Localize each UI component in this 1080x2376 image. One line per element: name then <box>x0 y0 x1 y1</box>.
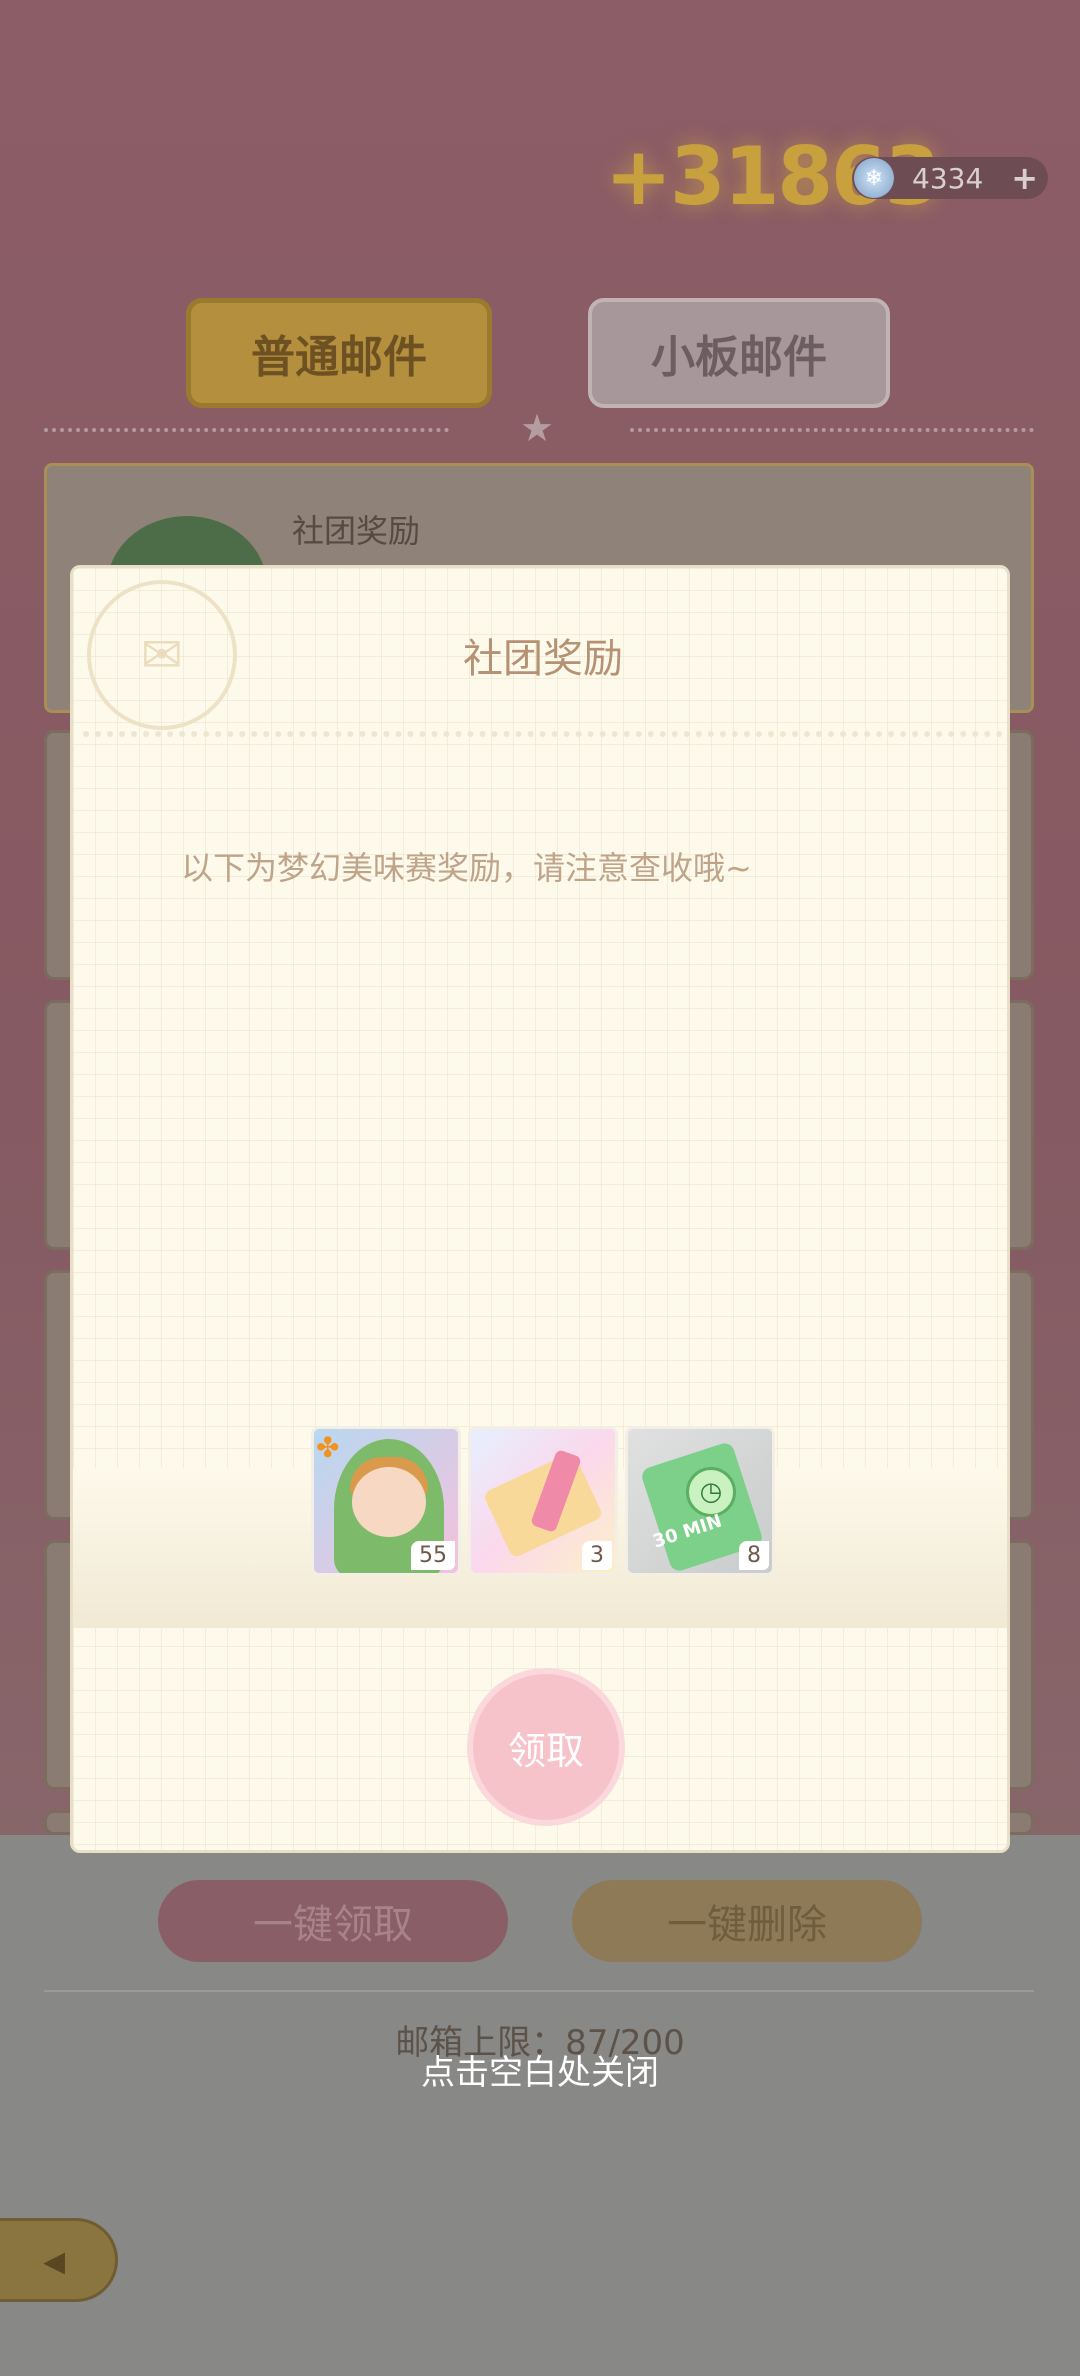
perforation-divider <box>83 731 1003 737</box>
currency-bar: ❄ 4334 + <box>852 157 1048 199</box>
tab-board-mail[interactable]: 小板邮件 <box>588 298 890 408</box>
mail-body-text: 以下为梦幻美味赛奖励，请注意查收哦~ <box>181 849 752 887</box>
gem-icon: ❄ <box>854 158 894 198</box>
mail-detail-modal: ✉ 社团奖励 以下为梦幻美味赛奖励，请注意查收哦~ ✤ 55 3 ◷ 30 MI… <box>70 565 1010 1853</box>
footer-divider <box>44 1990 1034 1992</box>
mail-item-title: 社团奖励 <box>292 512 421 550</box>
divider-right <box>630 428 1034 432</box>
currency-amount: 4334 <box>912 161 984 195</box>
tab-normal-mail[interactable]: 普通邮件 <box>186 298 492 408</box>
back-arrow-icon: ◂ <box>42 2234 66 2286</box>
puzzle-piece-icon: ✤ <box>316 1431 340 1464</box>
reward-count: 3 <box>582 1541 612 1570</box>
add-currency-button[interactable]: + <box>1011 159 1038 197</box>
character-face <box>352 1467 426 1537</box>
claim-button[interactable]: 领取 <box>467 1668 625 1826</box>
star-icon: ★ <box>520 406 555 450</box>
divider-left <box>44 428 449 432</box>
reward-item-time-ticket[interactable]: ◷ 30 MIN 8 <box>625 1426 775 1576</box>
reward-item-ticket[interactable]: 3 <box>468 1426 618 1576</box>
reward-count: 55 <box>411 1541 455 1570</box>
modal-title: 社团奖励 <box>463 636 623 682</box>
claim-all-button[interactable]: 一键领取 <box>158 1880 508 1962</box>
close-hint[interactable]: 点击空白处关闭 <box>0 2045 1080 2094</box>
delete-all-button[interactable]: 一键删除 <box>572 1880 922 1962</box>
back-button[interactable]: ◂ <box>0 2218 118 2302</box>
reward-item-frog-costume[interactable]: ✤ 55 <box>311 1426 461 1576</box>
clock-icon: ◷ <box>686 1467 736 1517</box>
reward-count: 8 <box>739 1541 769 1570</box>
rewards-list: ✤ 55 3 ◷ 30 MIN 8 <box>311 1426 775 1576</box>
